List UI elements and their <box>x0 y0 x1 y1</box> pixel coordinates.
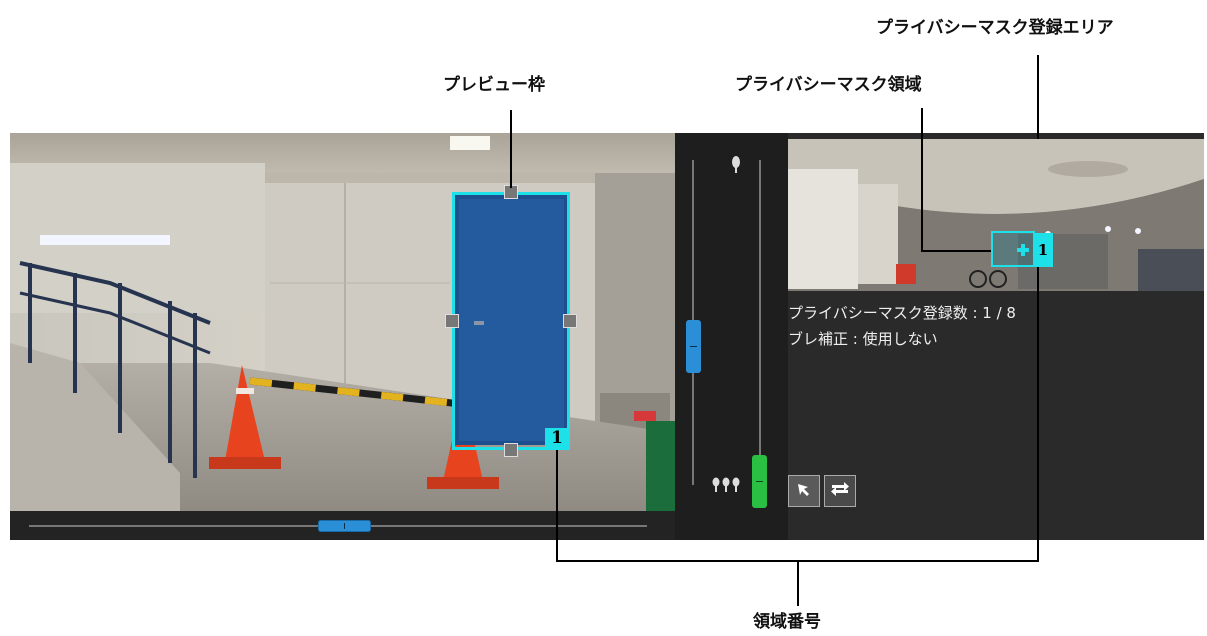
tree-single-icon <box>731 155 741 178</box>
zoom-slider-knob[interactable] <box>752 455 767 508</box>
preview-frame-handle-left[interactable] <box>445 314 459 328</box>
leader-mask-region-v <box>921 108 923 252</box>
leader-mask-registration-area <box>1037 55 1039 139</box>
tree-cluster-icon <box>711 477 741 496</box>
callout-mask-registration-area: プライバシーマスク登録エリア <box>876 18 1114 38</box>
leader-mask-region-h <box>921 250 991 252</box>
swap-arrows-icon <box>830 479 850 504</box>
callout-region-number: 領域番号 <box>753 612 821 632</box>
leader-preview-frame <box>510 110 512 188</box>
leader-region-number-right <box>1037 267 1039 562</box>
leader-region-number-stem <box>797 560 799 606</box>
zoom-slider-track[interactable] <box>759 160 761 505</box>
privacy-mask-region-center-icon <box>1017 241 1029 256</box>
preview-frame-region-number: 1 <box>545 428 569 449</box>
preview-frame[interactable] <box>452 192 570 450</box>
callout-preview-frame: プレビュー枠 <box>443 75 545 95</box>
pan-slider-knob[interactable] <box>318 520 371 532</box>
cursor-arrow-icon <box>796 479 812 503</box>
stabilization-status: ブレ補正 : 使用しない <box>788 330 938 348</box>
panorama-image <box>788 139 1204 291</box>
preview-frame-handle-right[interactable] <box>563 314 577 328</box>
preview-frame-handle-bottom[interactable] <box>504 443 518 457</box>
tilt-slider-knob[interactable] <box>686 320 701 373</box>
mask-registered-count: プライバシーマスク登録数 : 1 / 8 <box>788 304 1016 322</box>
select-tool-button[interactable] <box>788 475 820 507</box>
leader-region-number-left <box>556 450 558 562</box>
privacy-mask-region-number: 1 <box>1033 233 1053 267</box>
privacy-mask-registration-area[interactable] <box>788 139 1204 291</box>
swap-tool-button[interactable] <box>824 475 856 507</box>
callout-mask-region: プライバシーマスク領域 <box>735 75 922 95</box>
